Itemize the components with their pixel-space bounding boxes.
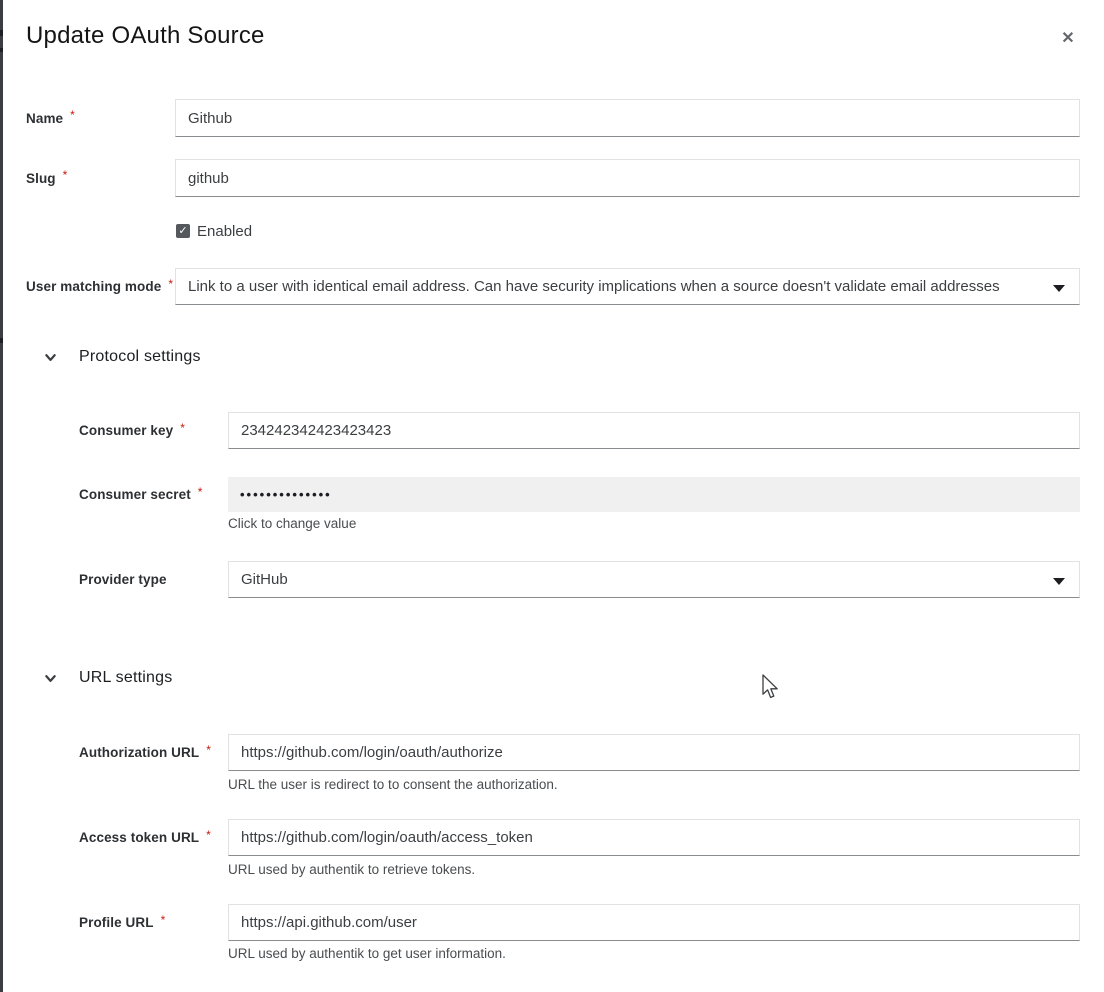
- required-asterisk: *: [206, 743, 211, 757]
- slug-label: Slug *: [26, 159, 67, 197]
- enabled-checkbox-row: ✓ Enabled: [176, 222, 252, 240]
- provider-type-label: Provider type: [79, 561, 167, 598]
- consumer-secret-masked-input[interactable]: ••••••••••••••: [228, 477, 1080, 512]
- section-title: Protocol settings: [79, 348, 201, 366]
- provider-type-value: GitHub: [241, 571, 288, 588]
- background-edge-notch: [0, 30, 3, 36]
- background-page-edge: [0, 0, 3, 992]
- enabled-checkbox[interactable]: ✓: [176, 224, 190, 238]
- checkmark-icon: ✓: [178, 224, 187, 238]
- name-input[interactable]: [175, 99, 1080, 137]
- required-asterisk: *: [161, 913, 166, 927]
- required-asterisk: *: [206, 828, 211, 842]
- access-token-url-label: Access token URL *: [79, 819, 211, 856]
- consumer-key-input[interactable]: [228, 412, 1080, 449]
- user-matching-mode-label: User matching mode *: [26, 268, 173, 305]
- required-asterisk: *: [168, 277, 173, 291]
- required-asterisk: *: [70, 108, 75, 122]
- provider-type-select[interactable]: GitHub: [228, 561, 1080, 598]
- profile-url-label: Profile URL *: [79, 904, 165, 941]
- caret-down-icon: [1053, 578, 1065, 585]
- update-oauth-source-modal: Update OAuth Source ✕ Name * Slug * ✓ En…: [0, 0, 1104, 992]
- profile-url-input[interactable]: [228, 904, 1080, 941]
- section-title: URL settings: [79, 669, 172, 687]
- consumer-key-label: Consumer key *: [79, 412, 185, 449]
- authorization-url-label: Authorization URL *: [79, 734, 211, 771]
- authorization-url-helper: URL the user is redirect to to consent t…: [228, 777, 558, 792]
- chevron-down-icon: [44, 351, 57, 364]
- background-edge-notch: [0, 338, 3, 343]
- url-settings-section-toggle[interactable]: URL settings: [44, 667, 172, 689]
- close-icon[interactable]: ✕: [1056, 27, 1080, 51]
- enabled-label: Enabled: [197, 223, 252, 240]
- masked-value: ••••••••••••••: [240, 487, 332, 502]
- protocol-settings-section-toggle[interactable]: Protocol settings: [44, 346, 201, 368]
- page-title: Update OAuth Source: [26, 22, 265, 50]
- required-asterisk: *: [63, 168, 68, 182]
- authorization-url-input[interactable]: [228, 734, 1080, 771]
- name-label: Name *: [26, 99, 75, 137]
- required-asterisk: *: [198, 485, 203, 499]
- profile-url-helper: URL used by authentik to get user inform…: [228, 946, 506, 961]
- access-token-url-helper: URL used by authentik to retrieve tokens…: [228, 862, 475, 877]
- consumer-secret-label: Consumer secret *: [79, 477, 203, 512]
- required-asterisk: *: [180, 421, 185, 435]
- access-token-url-input[interactable]: [228, 819, 1080, 856]
- caret-down-icon: [1053, 285, 1065, 292]
- mouse-cursor: [761, 674, 779, 701]
- chevron-down-icon: [44, 672, 57, 685]
- user-matching-mode-value: Link to a user with identical email addr…: [188, 278, 1000, 295]
- consumer-secret-helper: Click to change value: [228, 516, 356, 531]
- background-edge-notch: [0, 48, 3, 52]
- user-matching-mode-select[interactable]: Link to a user with identical email addr…: [175, 268, 1080, 305]
- slug-input[interactable]: [175, 159, 1080, 197]
